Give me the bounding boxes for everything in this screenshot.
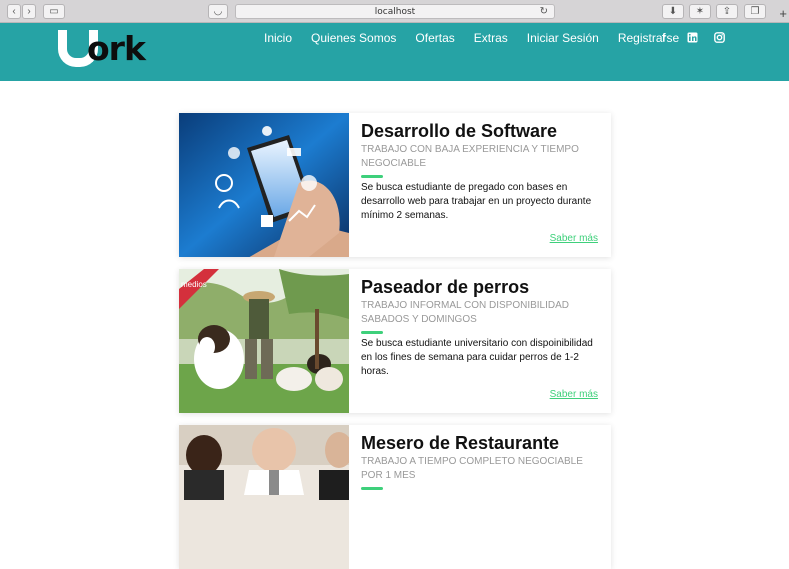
logo-text: ork	[87, 29, 146, 68]
extension-icon[interactable]: ✶	[689, 4, 711, 19]
share-icon[interactable]: ⇪	[716, 4, 738, 19]
job-description: Se busca estudiante universitario con di…	[361, 338, 593, 377]
job-title: Paseador de perros	[361, 277, 530, 297]
saber-mas-link[interactable]: Saber más	[550, 389, 598, 400]
linkedin-icon[interactable]	[687, 32, 698, 46]
job-title: Desarrollo de Software	[361, 121, 558, 141]
job-subtitle: TRABAJO INFORMAL CON DISPONIBILIDAD SABA…	[361, 300, 569, 325]
job-card: medios Paseador de perros TRABAJO INFORM…	[179, 269, 611, 413]
job-image-software	[179, 113, 349, 257]
job-card: Mesero de Restaurante TRABAJO A TIEMPO C…	[179, 425, 611, 569]
nav-iniciar-sesion[interactable]: Iniciar Sesión	[527, 31, 599, 45]
tabs-icon[interactable]: ❐	[744, 4, 766, 19]
medios-badge: medios	[181, 280, 207, 289]
browser-toolbar: ‹ › ▭ ◡ localhost ↻ ⬇ ✶ ⇪ ❐ +	[0, 0, 789, 23]
nav-extras[interactable]: Extras	[474, 31, 508, 45]
job-image-waiter	[179, 425, 349, 569]
nav-quienes-somos[interactable]: Quienes Somos	[311, 31, 396, 45]
accent-divider	[361, 175, 383, 178]
accent-divider	[361, 487, 383, 490]
new-tab-button[interactable]: +	[779, 6, 787, 21]
main-menu: Inicio Quienes Somos Ofertas Extras Inic…	[264, 31, 698, 45]
job-subtitle: TRABAJO A TIEMPO COMPLETO NEGOCIABLE POR…	[361, 456, 583, 481]
job-title: Mesero de Restaurante	[361, 433, 560, 453]
site-header: ork Inicio Quienes Somos Ofertas Extras …	[0, 23, 789, 81]
accent-divider	[361, 331, 383, 334]
nav-registrarse[interactable]: Registrarse	[618, 31, 679, 45]
nav-inicio[interactable]: Inicio	[264, 31, 292, 45]
job-image-dogs: medios	[179, 269, 349, 413]
saber-mas-link[interactable]: Saber más	[550, 233, 598, 244]
nav-ofertas[interactable]: Ofertas	[415, 31, 454, 45]
back-button[interactable]: ‹	[7, 4, 21, 19]
address-bar[interactable]: localhost ↻	[235, 4, 555, 19]
job-subtitle: TRABAJO CON BAJA EXPERIENCIA Y TIEMPO NE…	[361, 144, 579, 169]
job-description: Se busca estudiante de pregado con bases…	[361, 182, 592, 221]
url-text: localhost	[374, 6, 416, 17]
shield-icon[interactable]: ◡	[208, 4, 228, 19]
facebook-icon[interactable]: f	[662, 32, 666, 44]
download-icon[interactable]: ⬇	[662, 4, 684, 19]
reload-icon[interactable]: ↻	[540, 6, 548, 17]
sidebar-icon[interactable]: ▭	[43, 4, 65, 19]
job-card: Desarrollo de Software TRABAJO CON BAJA …	[179, 113, 611, 257]
instagram-icon[interactable]	[714, 32, 725, 46]
forward-button[interactable]: ›	[22, 4, 36, 19]
